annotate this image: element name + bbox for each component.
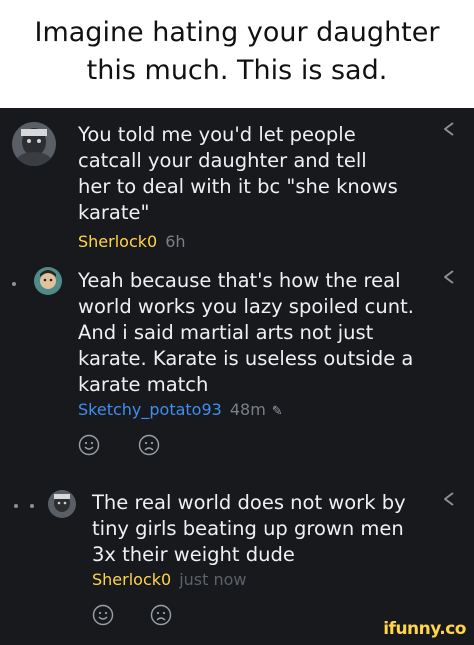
share-icon[interactable] — [440, 490, 458, 508]
comment-time: 6h — [165, 232, 186, 251]
reply-thread-dot — [12, 282, 16, 286]
avatar[interactable] — [12, 122, 56, 166]
avatar[interactable] — [48, 490, 76, 518]
caption-line-1: Imagine hating your daughter — [34, 17, 440, 48]
comment-text: The real world does not work by tiny gir… — [92, 490, 406, 568]
comment-line: You told me you'd let people — [78, 123, 356, 146]
comment-time: just now — [179, 570, 247, 589]
comments-panel: You told me you'd let people catcall you… — [0, 108, 474, 645]
frown-reaction-icon[interactable] — [150, 604, 172, 626]
comment-text: You told me you'd let people catcall you… — [78, 122, 398, 226]
avatar-image — [48, 490, 76, 518]
share-icon[interactable] — [440, 120, 458, 138]
frown-reaction-icon[interactable] — [138, 434, 160, 456]
comment-meta: Sketchy_potato93 48m ✎ — [78, 400, 283, 422]
username-link[interactable]: Sketchy_potato93 — [78, 400, 222, 419]
username-link[interactable]: Sherlock0 — [78, 232, 157, 251]
comment-meta: Sherlock0 just now — [92, 570, 247, 590]
avatar[interactable] — [34, 267, 62, 295]
comment-meta: Sherlock0 6h — [78, 232, 186, 252]
share-icon[interactable] — [440, 268, 458, 286]
comment-line: And i said martial arts not just — [78, 321, 374, 344]
ifunny-watermark: ifunny.co — [383, 619, 466, 639]
reply-thread-dot — [14, 504, 18, 508]
comment-line: catcall your daughter and tell — [78, 149, 367, 172]
meme-caption: Imagine hating your daughter this much. … — [0, 0, 474, 108]
smile-reaction-icon[interactable] — [92, 604, 114, 626]
comment-line: tiny girls beating up grown men — [92, 517, 404, 540]
edit-pencil-icon: ✎ — [271, 404, 283, 419]
reply-thread-dot — [30, 504, 34, 508]
avatar-image — [12, 122, 56, 166]
comment-line: her to deal with it bc "she knows — [78, 175, 398, 198]
comment-line: The real world does not work by — [92, 491, 406, 514]
smile-reaction-icon[interactable] — [78, 434, 100, 456]
caption-line-2: this much. This is sad. — [86, 55, 388, 86]
comment-line: world works you lazy spoiled cunt. — [78, 295, 414, 318]
username-link[interactable]: Sherlock0 — [92, 570, 171, 589]
avatar-image — [34, 267, 62, 295]
comment-text: Yeah because that's how the real world w… — [78, 268, 414, 398]
comment-line: Yeah because that's how the real — [78, 269, 401, 292]
comment-line: karate" — [78, 201, 150, 224]
comment-line: 3x their weight dude — [92, 543, 295, 566]
comment-line: karate match — [78, 373, 209, 396]
comment-time: 48m — [229, 400, 266, 419]
comment-line: karate. Karate is useless outside a — [78, 347, 414, 370]
